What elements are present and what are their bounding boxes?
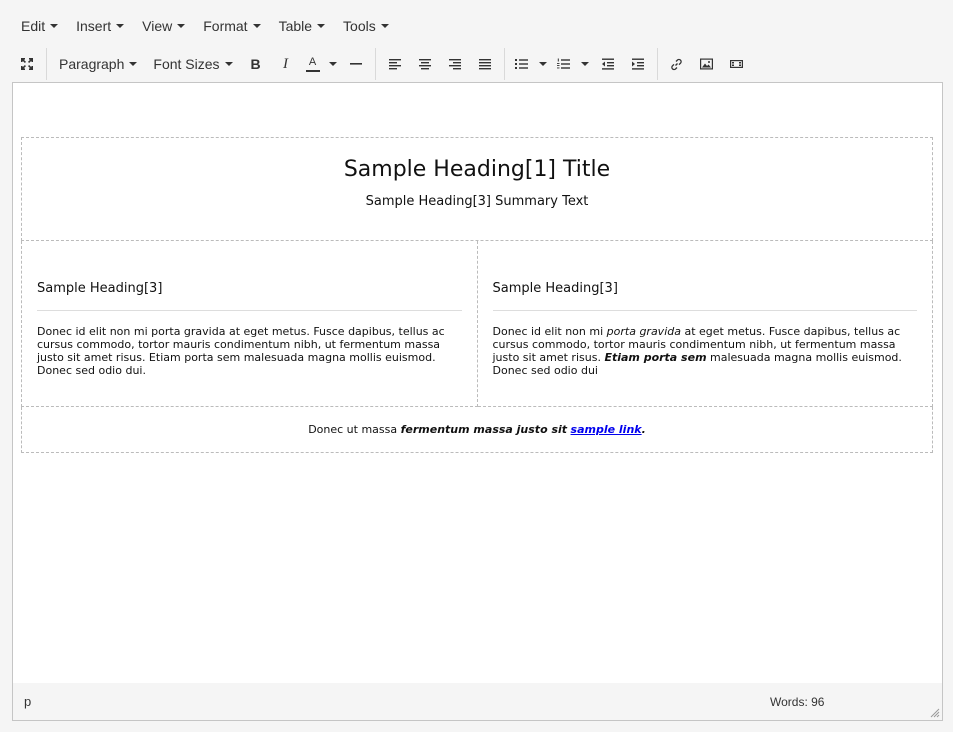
chevron-down-icon bbox=[50, 24, 59, 28]
right-body-bold-italic: Etiam porta sem bbox=[604, 351, 707, 364]
fullscreen-icon bbox=[21, 58, 33, 70]
toolbar-divider bbox=[374, 48, 376, 80]
menu-format-label: Format bbox=[203, 18, 248, 34]
toolbar: Paragraph Font Sizes B I A bbox=[12, 46, 942, 82]
right-column-body: Donec id elit non mi porta gravida at eg… bbox=[493, 325, 918, 377]
chevron-down-icon bbox=[580, 62, 589, 66]
right-column-heading: Sample Heading[3] bbox=[492, 241, 917, 311]
menu-view[interactable]: View bbox=[133, 8, 194, 44]
toolbar-divider bbox=[46, 48, 47, 80]
bold-button[interactable]: B bbox=[241, 50, 271, 78]
menu-insert[interactable]: Insert bbox=[67, 8, 133, 44]
text-color-swatch bbox=[305, 69, 320, 72]
outdent-icon bbox=[601, 58, 614, 70]
media-button[interactable] bbox=[722, 50, 752, 78]
toolbar-divider bbox=[656, 48, 658, 80]
align-justify-icon bbox=[478, 59, 491, 70]
indent-icon bbox=[631, 58, 644, 70]
columns-row: Sample Heading[3] Donec id elit non mi p… bbox=[21, 241, 933, 407]
align-right-button[interactable] bbox=[440, 50, 470, 78]
footer-emphasis: fermentum massa justo sit bbox=[400, 423, 568, 436]
menu-tools[interactable]: Tools bbox=[334, 8, 398, 44]
right-body-italic: porta gravida bbox=[606, 325, 681, 338]
title-row: Sample Heading[1] Title Sample Heading[3… bbox=[21, 137, 933, 241]
bold-icon: B bbox=[250, 56, 261, 72]
align-left-button[interactable] bbox=[380, 50, 410, 78]
numbered-list-button[interactable] bbox=[551, 50, 577, 78]
horizontal-rule-icon bbox=[349, 63, 362, 65]
block-format-label: Paragraph bbox=[59, 56, 125, 72]
numbered-list-dropdown-toggle[interactable] bbox=[577, 50, 593, 78]
text-color-icon: A bbox=[308, 55, 317, 68]
text-color-dropdown-toggle[interactable] bbox=[325, 50, 341, 78]
bullet-list-dropdown-toggle[interactable] bbox=[535, 50, 551, 78]
word-count: Words: 96 bbox=[770, 695, 825, 709]
link-button[interactable] bbox=[662, 50, 692, 78]
menu-tools-label: Tools bbox=[343, 18, 376, 34]
element-path[interactable]: p bbox=[24, 694, 31, 709]
left-column: Sample Heading[3] Donec id elit non mi p… bbox=[21, 241, 478, 407]
align-right-icon bbox=[448, 59, 461, 70]
toolbar-divider bbox=[503, 48, 505, 80]
bullet-list-icon bbox=[515, 59, 529, 69]
font-sizes-dropdown[interactable]: Font Sizes bbox=[145, 50, 240, 78]
footer-row: Donec ut massa fermentum massa justo sit… bbox=[21, 407, 933, 453]
menu-edit[interactable]: Edit bbox=[12, 8, 67, 44]
menu-format[interactable]: Format bbox=[194, 8, 269, 44]
right-column: Sample Heading[3] Donec id elit non mi p… bbox=[477, 241, 933, 407]
resize-handle-icon[interactable] bbox=[930, 708, 940, 718]
chevron-down-icon bbox=[317, 24, 326, 28]
bullet-list-button[interactable] bbox=[509, 50, 535, 78]
footer-text: Donec ut massa bbox=[308, 423, 401, 436]
rich-text-editor: Edit Insert View Format Table Tools Para… bbox=[12, 8, 943, 721]
page-title: Sample Heading[1] Title bbox=[343, 157, 611, 182]
block-format-dropdown[interactable]: Paragraph bbox=[51, 50, 145, 78]
image-icon bbox=[700, 58, 714, 70]
chevron-down-icon bbox=[252, 24, 261, 28]
align-center-icon bbox=[418, 59, 431, 70]
menu-view-label: View bbox=[142, 18, 173, 34]
chevron-down-icon bbox=[116, 24, 125, 28]
chevron-down-icon bbox=[328, 62, 337, 66]
editor-content-area[interactable]: Sample Heading[1] Title Sample Heading[3… bbox=[12, 82, 943, 684]
link-icon bbox=[671, 58, 682, 70]
chevron-down-icon bbox=[129, 62, 138, 66]
image-button[interactable] bbox=[692, 50, 722, 78]
italic-button[interactable]: I bbox=[271, 50, 301, 78]
chevron-down-icon bbox=[177, 24, 186, 28]
footer-end: . bbox=[641, 423, 646, 436]
sample-link[interactable]: sample link bbox=[571, 423, 642, 436]
left-column-heading: Sample Heading[3] bbox=[37, 241, 462, 311]
chevron-down-icon bbox=[380, 24, 389, 28]
right-body-text-1: Donec id elit non mi bbox=[492, 325, 607, 338]
left-column-body: Donec id elit non mi porta gravida at eg… bbox=[37, 325, 445, 377]
outdent-button[interactable] bbox=[593, 50, 623, 78]
menu-edit-label: Edit bbox=[21, 18, 46, 34]
menu-insert-label: Insert bbox=[76, 18, 112, 34]
font-sizes-label: Font Sizes bbox=[153, 56, 220, 72]
align-justify-button[interactable] bbox=[470, 50, 500, 78]
align-left-icon bbox=[388, 59, 401, 70]
menubar: Edit Insert View Format Table Tools bbox=[12, 8, 942, 44]
chevron-down-icon bbox=[538, 62, 547, 66]
chevron-down-icon bbox=[224, 62, 233, 66]
fullscreen-button[interactable] bbox=[12, 50, 42, 78]
menu-table-label: Table bbox=[278, 18, 313, 34]
template-layout: Sample Heading[1] Title Sample Heading[3… bbox=[21, 137, 933, 453]
horizontal-rule-button[interactable] bbox=[341, 50, 371, 78]
media-icon bbox=[730, 59, 744, 69]
align-center-button[interactable] bbox=[410, 50, 440, 78]
text-color-button[interactable]: A bbox=[301, 50, 325, 78]
summary-text: Sample Heading[3] Summary Text bbox=[365, 194, 589, 209]
indent-button[interactable] bbox=[623, 50, 653, 78]
statusbar: p Words: 96 bbox=[12, 683, 943, 721]
italic-icon: I bbox=[283, 55, 289, 72]
numbered-list-icon bbox=[557, 58, 571, 69]
menu-table[interactable]: Table bbox=[270, 8, 334, 44]
